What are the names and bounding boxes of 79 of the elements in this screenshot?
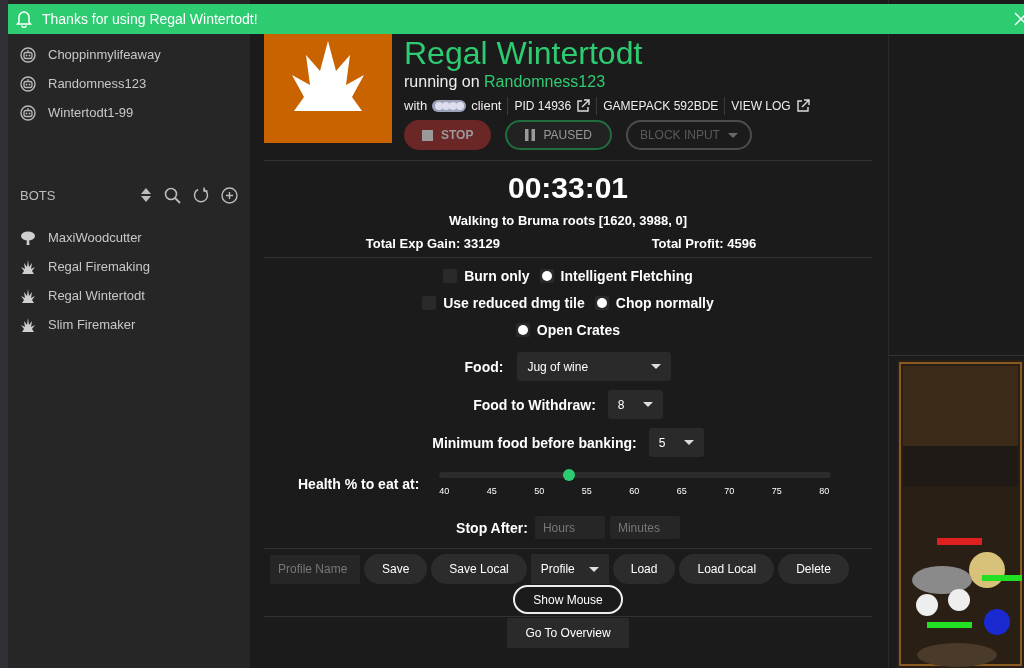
- select-field[interactable]: 8: [607, 390, 663, 419]
- account-item[interactable]: Randomness123: [8, 69, 250, 98]
- flame-icon: [290, 40, 366, 113]
- profile-button[interactable]: Load Local: [679, 554, 775, 584]
- field-label: Food to Withdraw:: [473, 396, 596, 413]
- hours-field[interactable]: Hours: [534, 516, 605, 539]
- show-mouse-button[interactable]: Show Mouse: [513, 585, 623, 614]
- notification-text: Thanks for using Regal Wintertodt!: [42, 11, 258, 27]
- external-link-icon[interactable]: [795, 99, 810, 112]
- stat-text: Total Profit: 4596: [651, 236, 757, 251]
- profile-button[interactable]: Load: [612, 554, 676, 584]
- select-field[interactable]: Jug of wine: [517, 352, 672, 381]
- profile-name-field[interactable]: Profile Name: [270, 554, 360, 584]
- overview-button[interactable]: Go To Overview: [507, 618, 629, 648]
- search-icon[interactable]: [164, 186, 181, 204]
- tick-label: 55: [580, 486, 593, 496]
- tick-label: 70: [723, 486, 736, 496]
- tick-label: 50: [533, 486, 546, 496]
- section-title: BOTS: [20, 187, 56, 203]
- bot-item[interactable]: Regal Wintertodt: [8, 281, 250, 310]
- robot-icon: [20, 75, 36, 92]
- slider-thumb[interactable]: [562, 469, 575, 481]
- tick-label: 45: [485, 486, 498, 496]
- stop-button[interactable]: STOP: [404, 120, 492, 150]
- bot-item[interactable]: MaxiWoodcutter: [8, 223, 250, 252]
- robot-icon: [20, 46, 36, 63]
- caret-icon: [588, 566, 599, 572]
- pause-icon: [525, 129, 536, 141]
- pause-button[interactable]: PAUSED: [505, 120, 612, 150]
- tick-label: 65: [675, 486, 688, 496]
- profile-button[interactable]: Save: [364, 554, 428, 584]
- select-field[interactable]: 5: [648, 428, 704, 457]
- robot-icon: [20, 104, 36, 121]
- radio-button[interactable]: [515, 323, 530, 337]
- tree-icon: [20, 229, 36, 246]
- option-label: Intelligent Fletching: [560, 268, 693, 284]
- caret-icon: [651, 364, 662, 369]
- meta-text: client: [471, 98, 502, 113]
- profile-select[interactable]: Profile: [530, 554, 609, 584]
- field-label: Minimum food before banking:: [432, 434, 637, 451]
- running-text: running on Randomness123: [404, 73, 607, 91]
- stat-text: Total Exp Gain: 33129: [365, 236, 500, 251]
- add-icon[interactable]: [221, 186, 238, 204]
- meta-text: with: [404, 98, 428, 113]
- stop-icon: [422, 129, 433, 141]
- tick-label: 80: [818, 486, 831, 496]
- field-label: Food:: [464, 358, 504, 375]
- bell-icon: [16, 10, 32, 28]
- sort-icon[interactable]: [140, 187, 152, 203]
- profile-button[interactable]: Save Local: [431, 554, 527, 584]
- bot-item[interactable]: Slim Firemaker: [8, 310, 250, 339]
- client-logo-icon: [432, 98, 467, 113]
- gamepack-text: GAMEPACK 592BDE: [603, 98, 719, 113]
- caret-icon: [683, 440, 694, 445]
- tick-label: 40: [438, 486, 451, 496]
- profile-button[interactable]: Delete: [778, 554, 849, 584]
- account-item[interactable]: Choppinmylifeaway: [8, 40, 250, 69]
- caret-icon: [642, 402, 653, 407]
- tick-label: 60: [628, 486, 641, 496]
- external-link-icon[interactable]: [576, 99, 591, 112]
- bot-item[interactable]: Regal Firemaking: [8, 252, 250, 281]
- field-label: Stop After:: [456, 519, 528, 536]
- account-item[interactable]: Wintertodt1-99: [8, 98, 250, 127]
- radio-button[interactable]: [539, 269, 554, 283]
- view-log-link[interactable]: VIEW LOG: [731, 98, 791, 113]
- option-label: Open Crates: [536, 322, 621, 338]
- option-label: Chop normally: [615, 295, 714, 311]
- status-text: Walking to Bruma roots [1620, 3988, 0]: [449, 213, 687, 228]
- option-label: Burn only: [464, 268, 530, 284]
- tick-label: 75: [770, 486, 783, 496]
- refresh-icon[interactable]: [193, 187, 209, 203]
- field-label: Health % to eat at:: [298, 476, 420, 492]
- minutes-field[interactable]: Minutes: [609, 516, 680, 539]
- option-label: Use reduced dmg tile: [443, 295, 585, 311]
- pid-text: PID 14936: [514, 98, 572, 113]
- script-title: Regal Wintertodt: [404, 35, 644, 71]
- timer-text: 00:33:01: [507, 171, 629, 205]
- caret-icon: [727, 132, 738, 138]
- radio-button[interactable]: [594, 296, 609, 310]
